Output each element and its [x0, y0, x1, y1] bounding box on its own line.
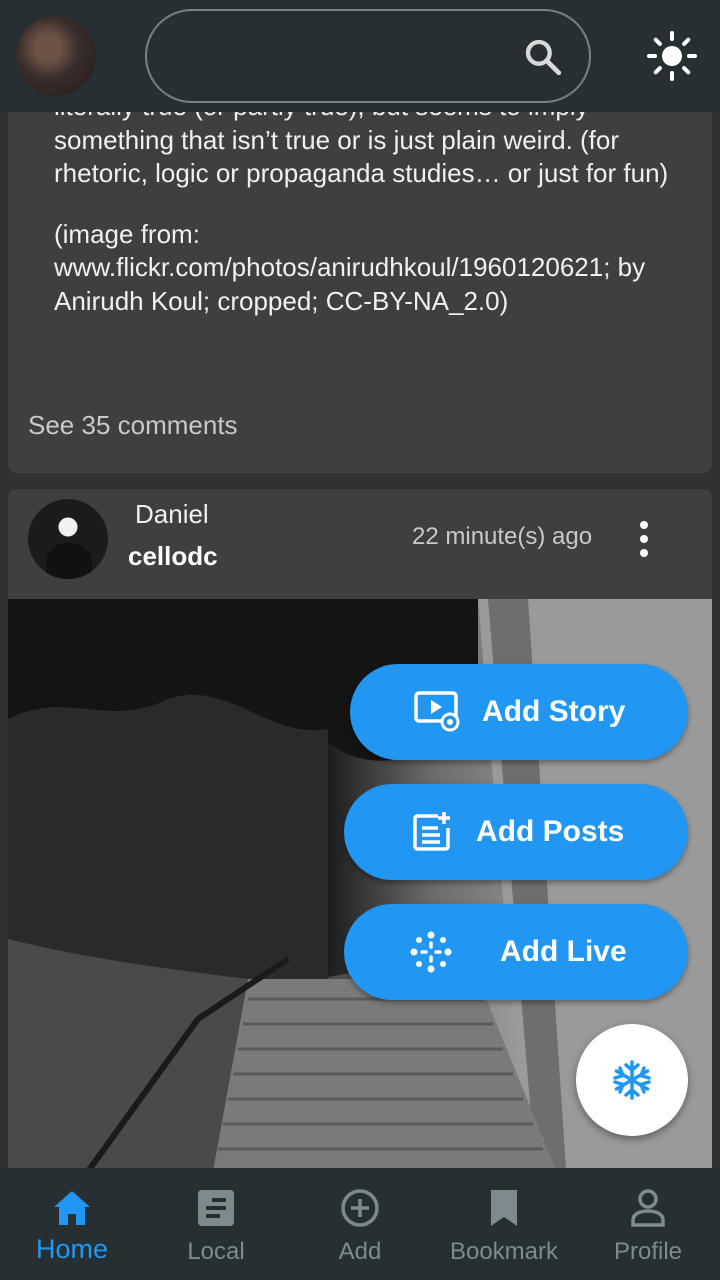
nav-home-label: Home: [35, 1234, 109, 1264]
nav-home[interactable]: Home: [0, 1168, 144, 1280]
add-live-label: Add Live: [500, 935, 627, 968]
add-story-button[interactable]: Add Story: [350, 664, 688, 760]
add-posts-label: Add Posts: [476, 815, 625, 848]
snowflake-icon: [613, 1060, 651, 1100]
add-circle-icon: [341, 1189, 379, 1227]
nav-profile-label: Profile: [613, 1238, 683, 1265]
nav-bookmark-label: Bookmark: [449, 1238, 559, 1265]
search-icon[interactable]: [523, 37, 563, 77]
profile-avatar[interactable]: [16, 16, 96, 96]
bottom-navigation: Home Local Add Bookmark Profile: [0, 1168, 720, 1280]
video-settings-icon: [414, 691, 460, 732]
nav-local[interactable]: Local: [144, 1168, 288, 1280]
post-body: literally true (or partly true), but see…: [54, 90, 684, 318]
post-image-credit: (image from: www.flickr.com/photos/aniru…: [54, 218, 646, 316]
top-app-bar: [0, 0, 720, 112]
post-timestamp: 22 minute(s) ago: [412, 523, 593, 550]
home-icon: [54, 1191, 90, 1225]
nav-bookmark[interactable]: Bookmark: [432, 1168, 576, 1280]
nav-add-label: Add: [338, 1238, 382, 1265]
live-icon: [410, 931, 452, 973]
add-posts-button[interactable]: Add Posts: [344, 784, 688, 880]
local-icon: [198, 1190, 234, 1226]
sun-icon[interactable]: [647, 31, 697, 81]
post-author-username[interactable]: cellodc: [128, 541, 218, 572]
add-live-button[interactable]: Add Live: [344, 904, 688, 1000]
add-story-label: Add Story: [482, 695, 626, 728]
post-author-display-name[interactable]: Daniel: [135, 499, 209, 530]
fab-main-button[interactable]: [576, 1024, 688, 1136]
nav-profile[interactable]: Profile: [576, 1168, 720, 1280]
post-add-icon: [413, 812, 450, 851]
person-icon: [631, 1189, 665, 1227]
post-text-line: something that isn’t true or is just pla…: [54, 124, 669, 189]
nav-add[interactable]: Add: [288, 1168, 432, 1280]
post-author-avatar[interactable]: [28, 499, 108, 579]
search-input[interactable]: [145, 9, 591, 103]
nav-local-label: Local: [187, 1238, 245, 1265]
more-options-icon[interactable]: [628, 519, 660, 559]
bookmark-icon: [491, 1190, 517, 1226]
see-comments-link[interactable]: See 35 comments: [28, 410, 238, 441]
